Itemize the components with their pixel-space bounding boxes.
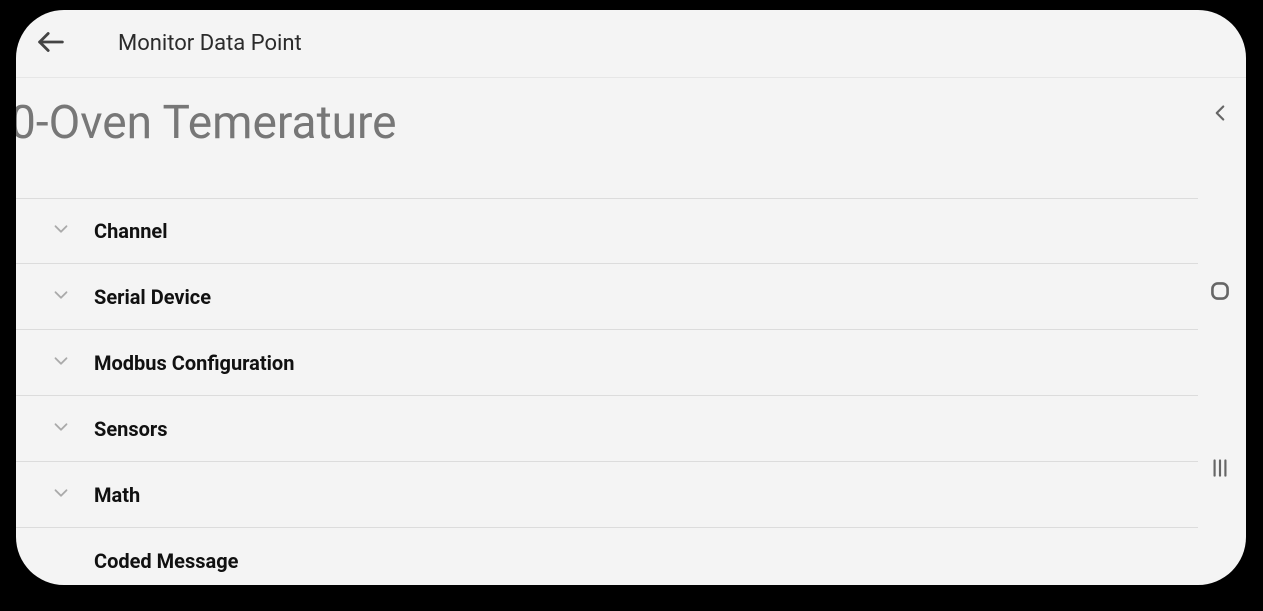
section-row-math[interactable]: Math — [16, 462, 1198, 528]
section-label: Serial Device — [94, 285, 211, 309]
arrow-left-icon[interactable] — [34, 25, 68, 63]
section-row-serial-device[interactable]: Serial Device — [16, 264, 1198, 330]
app-bar-title: Monitor Data Point — [118, 31, 302, 56]
chevron-down-icon — [50, 350, 72, 376]
section-label: Channel — [94, 219, 168, 243]
section-label: Coded Message — [94, 549, 238, 573]
page-title: 0-Oven Temerature — [16, 78, 1198, 198]
section-row-modbus-configuration[interactable]: Modbus Configuration — [16, 330, 1198, 396]
section-label: Sensors — [94, 417, 168, 441]
section-label: Modbus Configuration — [94, 351, 294, 375]
section-row-sensors[interactable]: Sensors — [16, 396, 1198, 462]
chevron-down-icon — [50, 218, 72, 244]
nav-back-icon[interactable] — [1207, 100, 1233, 130]
system-nav-rail — [1194, 10, 1246, 585]
content-area: 0-Oven Temerature Channel Serial Device … — [16, 78, 1198, 585]
chevron-down-icon — [50, 284, 72, 310]
section-label: Math — [94, 483, 140, 507]
section-row-coded-message[interactable]: Coded Message — [16, 528, 1198, 585]
nav-recent-icon[interactable] — [1207, 455, 1233, 485]
section-row-channel[interactable]: Channel — [16, 198, 1198, 264]
device-frame: Monitor Data Point 0-Oven Temerature Cha… — [16, 10, 1246, 585]
nav-home-icon[interactable] — [1207, 278, 1233, 308]
chevron-down-icon — [50, 482, 72, 508]
chevron-down-icon — [50, 416, 72, 442]
app-bar: Monitor Data Point — [16, 10, 1246, 78]
